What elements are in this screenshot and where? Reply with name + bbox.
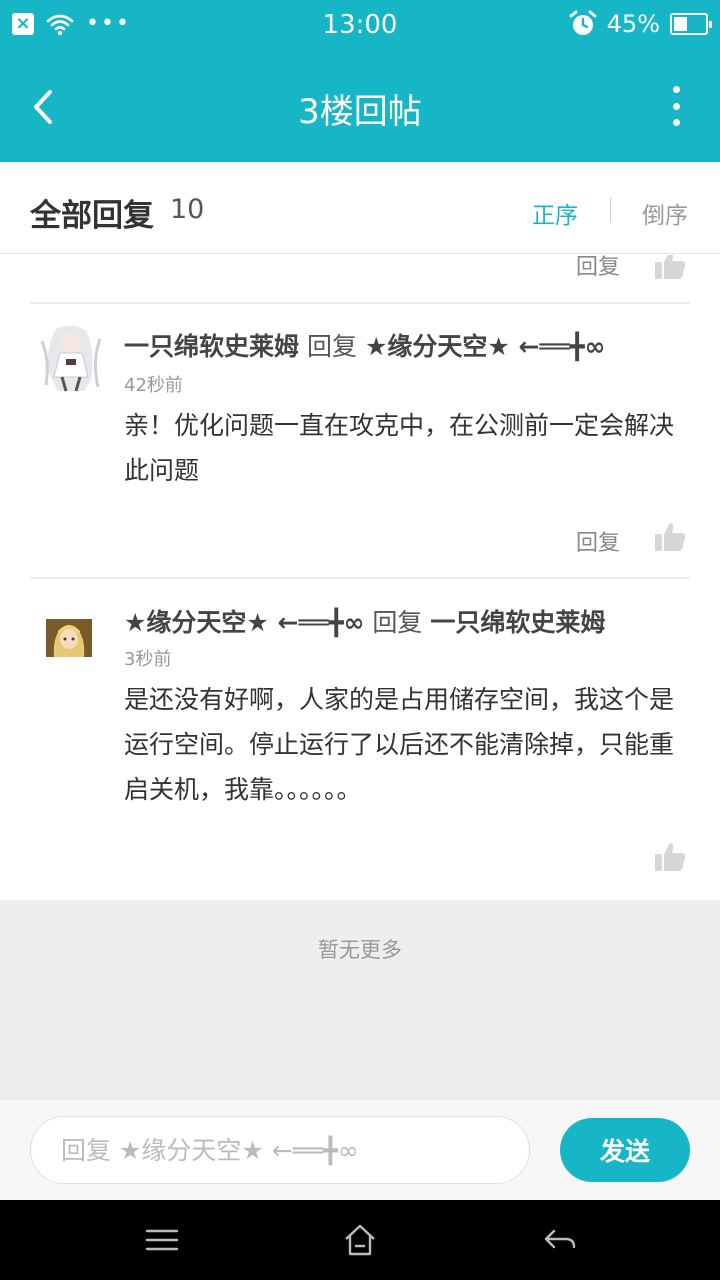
reply-input-bar: 发送 [0, 1100, 720, 1200]
alarm-icon [569, 10, 597, 35]
status-bar-right: 45% [569, 10, 712, 38]
reply-button[interactable]: 回复 [576, 255, 620, 281]
reply-username-line: 一只绵软史莱姆 回复 ★缘分天空★ ←══╋∞ [124, 327, 605, 363]
title-bar: 3楼回帖 [0, 52, 720, 162]
reply-text: 亲！优化问题一直在攻克中，在公测前一定会解决此问题 [124, 411, 675, 485]
status-bar: × ••• 13:00 45% [0, 0, 720, 52]
reply-count: 10 [170, 194, 205, 225]
reply-header: 全部回复 10 正序 倒序 [0, 162, 720, 254]
avatar[interactable] [36, 321, 106, 397]
battery-level-fill [674, 17, 688, 31]
reply-divider [30, 577, 690, 579]
reply-target[interactable]: ★缘分天空★ ←══╋∞ [365, 332, 605, 361]
all-replies-title: 全部回复 [30, 198, 154, 234]
reply-time: 3秒前 [124, 649, 172, 670]
more-vertical-icon[interactable] [668, 86, 684, 126]
battery-icon [670, 13, 712, 35]
home-icon[interactable] [342, 1222, 378, 1258]
thumbs-up-icon[interactable] [654, 521, 686, 553]
reply-author[interactable]: ★缘分天空★ ←══╋∞ [124, 608, 364, 637]
thumbs-up-icon[interactable] [654, 841, 686, 873]
reply-input[interactable] [30, 1116, 530, 1184]
sort-ascending-tab[interactable]: 正序 [532, 196, 578, 230]
reply-author[interactable]: 一只绵软史莱姆 [124, 332, 299, 361]
sort-separator [610, 198, 611, 222]
avatar[interactable] [46, 619, 92, 657]
sort-descending-tab[interactable]: 倒序 [642, 196, 688, 230]
page-title: 3楼回帖 [298, 92, 422, 132]
no-more-text: 暂无更多 [318, 938, 402, 962]
reply-time: 42秒前 [124, 375, 183, 396]
reply-target[interactable]: 一只绵软史莱姆 [430, 608, 605, 637]
no-more-area: 暂无更多 [0, 900, 720, 1100]
reply-list: 回复 一只绵软史莱姆 回复 ★缘分天空★ ←══╋∞ 42秒前 亲！优化问题一直… [0, 255, 720, 900]
thumbs-up-icon[interactable] [654, 255, 686, 281]
system-nav-bar [0, 1200, 720, 1280]
menu-icon[interactable] [144, 1222, 180, 1258]
send-button[interactable]: 发送 [560, 1118, 690, 1182]
reply-word: 回复 [306, 332, 357, 361]
reply-username-line: ★缘分天空★ ←══╋∞ 回复 一只绵软史莱姆 [124, 603, 605, 639]
battery-percent: 45% [606, 10, 660, 38]
back-icon[interactable] [542, 1222, 578, 1258]
reply-text: 是还没有好啊，人家的是占用储存空间，我这个是运行空间。停止运行了以后还不能清除掉… [124, 685, 675, 804]
reply-button[interactable]: 回复 [576, 525, 620, 557]
reply-divider [30, 302, 690, 304]
reply-word: 回复 [372, 608, 423, 637]
